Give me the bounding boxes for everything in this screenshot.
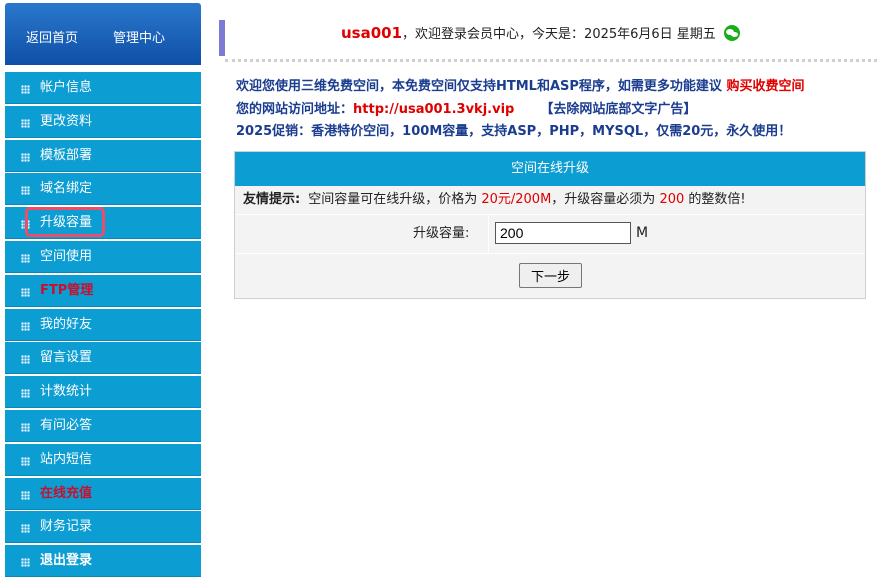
sidebar-item-label: 空间使用 [40, 248, 93, 264]
grid-icon [21, 422, 30, 432]
tip-row: 友情提示: 空间容量可在线升级，价格为 20元/200M，升级容量必须为 200 … [235, 186, 865, 215]
grid-icon [21, 355, 30, 365]
capacity-input[interactable] [495, 222, 631, 244]
grid-icon [21, 321, 30, 331]
grid-icon [21, 152, 30, 162]
buy-paid-space-link[interactable]: 购买收费空间 [726, 79, 804, 94]
sidebar-item-ftp[interactable]: FTP管理 [5, 274, 201, 307]
column-divider [488, 215, 489, 253]
accent-bar [219, 20, 225, 56]
selection-highlight [25, 207, 105, 238]
remove-ad-link[interactable]: 【去除网站底部文字广告】 [540, 102, 696, 117]
grid-icon [21, 253, 30, 263]
grid-icon [21, 85, 30, 94]
sidebar-item-label: 我的好友 [40, 316, 93, 332]
sidebar-item-label: 域名绑定 [40, 181, 93, 197]
welcome-text: ，欢迎登录会员中心，今天是：2025年6月6日 星期五 [402, 27, 716, 42]
notice-site-address: 您的网站访问地址：http://usa001.3vkj.vip 【去除网站底部文字… [236, 101, 696, 119]
top-bar: usa001，欢迎登录会员中心，今天是：2025年6月6日 星期五 [219, 20, 878, 62]
sidebar-item-label: 财务记录 [40, 519, 93, 535]
sidebar-item-edit-profile[interactable]: 更改资料 [5, 105, 201, 138]
tip-label: 友情提示: [243, 192, 301, 207]
sidebar-item-messages[interactable]: 站内短信 [5, 443, 201, 476]
grid-icon [21, 490, 30, 500]
sidebar-item-upgrade-capacity[interactable]: 升级容量 [5, 207, 201, 240]
grid-icon [21, 456, 30, 466]
capacity-unit: M [636, 225, 649, 241]
sidebar-item-label: FTP管理 [40, 282, 94, 298]
tip-part: ，升级容量必须为 [551, 192, 660, 207]
sidebar-item-label: 在线充值 [40, 485, 93, 501]
sidebar-item-space-usage[interactable]: 空间使用 [5, 240, 201, 273]
sidebar-item-recharge[interactable]: 在线充值 [5, 477, 201, 510]
upgrade-panel: 空间在线升级 友情提示: 空间容量可在线升级，价格为 20元/200M，升级容量必… [234, 151, 866, 299]
username: usa001 [341, 24, 403, 42]
tip-text: 友情提示: 空间容量可在线升级，价格为 20元/200M，升级容量必须为 200 … [243, 191, 746, 209]
site-url-link[interactable]: http://usa001.3vkj.vip [353, 102, 514, 117]
sidebar-item-friends[interactable]: 我的好友 [5, 308, 201, 341]
sidebar-item-label: 退出登录 [40, 553, 93, 569]
capacity-label: 升级容量: [413, 226, 470, 241]
sidebar-item-finance-records[interactable]: 财务记录 [5, 511, 201, 544]
grid-icon [21, 287, 30, 297]
site-address-label: 您的网站访问地址： [236, 102, 354, 117]
grid-icon [21, 118, 30, 128]
sidebar-item-logout[interactable]: 退出登录 [5, 545, 201, 578]
sidebar-item-counter-stats[interactable]: 计数统计 [5, 376, 201, 409]
sidebar-item-label: 模板部署 [40, 147, 93, 163]
sidebar-item-label: 有问必答 [40, 417, 93, 433]
notice-promotion: 2025促销：香港特价空间，100M容量，支持ASP，PHP，MYSQL，仅需2… [236, 124, 792, 139]
sidebar: 返回首页 管理中心 帐户信息 更改资料 模板部署 域名绑定 升级容量 空间使用 [5, 0, 201, 578]
grid-icon [21, 524, 30, 534]
notice-text: 欢迎您使用三维免费空间，本免费空间仅支持HTML和ASP程序，如需更多功能建议 [236, 79, 727, 94]
sidebar-header: 返回首页 管理中心 [5, 3, 201, 65]
notice-free-space: 欢迎您使用三维免费空间，本免费空间仅支持HTML和ASP程序，如需更多功能建议 … [236, 78, 804, 96]
sidebar-item-label: 留言设置 [40, 350, 93, 366]
tip-price: 20元/200M [481, 192, 552, 207]
grid-icon [21, 389, 30, 399]
sidebar-item-label: 帐户信息 [40, 80, 93, 95]
sidebar-item-label: 计数统计 [40, 384, 93, 400]
sidebar-menu: 帐户信息 更改资料 模板部署 域名绑定 升级容量 空间使用 FTP管理 我的好友… [5, 72, 201, 579]
capacity-row: 升级容量: M [235, 215, 865, 254]
next-step-button[interactable]: 下一步 [519, 263, 582, 288]
tip-multiple: 200 [659, 192, 685, 207]
dotted-divider [225, 59, 877, 62]
sidebar-item-template-deploy[interactable]: 模板部署 [5, 139, 201, 172]
sidebar-item-qa[interactable]: 有问必答 [5, 409, 201, 442]
panel-title: 空间在线升级 [235, 152, 865, 186]
sidebar-item-label: 站内短信 [40, 451, 93, 467]
welcome-line: usa001，欢迎登录会员中心，今天是：2025年6月6日 星期五 [341, 24, 740, 44]
tip-part: 的整数倍! [684, 192, 746, 207]
wechat-icon[interactable] [723, 25, 740, 41]
admin-center-link[interactable]: 管理中心 [113, 30, 165, 48]
grid-icon [21, 558, 30, 568]
sidebar-item-account-info[interactable]: 帐户信息 [5, 72, 201, 104]
tip-part: 空间容量可在线升级，价格为 [308, 192, 482, 207]
sidebar-item-guestbook-settings[interactable]: 留言设置 [5, 342, 201, 375]
sidebar-item-domain-binding[interactable]: 域名绑定 [5, 173, 201, 206]
home-link[interactable]: 返回首页 [26, 30, 78, 48]
sidebar-item-label: 更改资料 [40, 113, 93, 129]
grid-icon [21, 186, 30, 196]
